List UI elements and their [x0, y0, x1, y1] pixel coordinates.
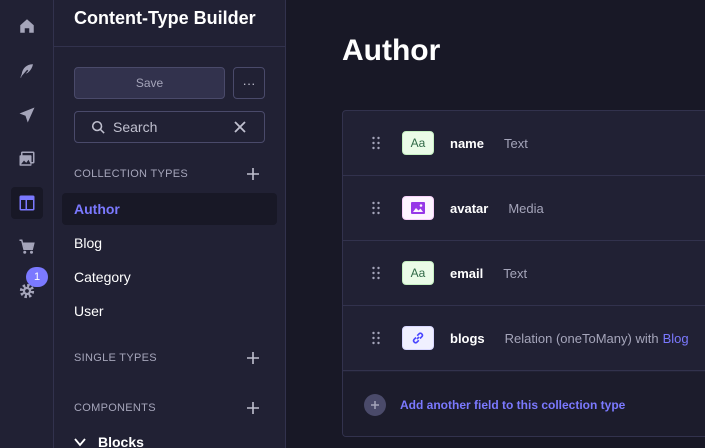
add-field-label: Add another field to this collection typ… [400, 398, 626, 412]
text-type-icon: Aa [402, 261, 434, 285]
search-input[interactable] [113, 119, 233, 135]
settings-notification-badge: 1 [26, 267, 48, 287]
subnav-divider [54, 46, 285, 47]
layout-icon[interactable] [11, 187, 43, 219]
subnav-title: Content-Type Builder [74, 8, 256, 28]
field-row[interactable]: Aa email Text [343, 241, 705, 306]
field-name: name [450, 135, 484, 151]
add-icon [364, 394, 386, 416]
more-actions-button[interactable]: ··· [233, 67, 265, 99]
main-nav-rail: 1 [0, 0, 54, 448]
drag-handle-icon[interactable] [371, 331, 381, 345]
media-type-icon [402, 196, 434, 220]
field-type: Text [503, 265, 528, 281]
search-icon [91, 120, 105, 134]
nav-item-author[interactable]: Author [62, 193, 277, 225]
drag-handle-icon[interactable] [371, 201, 381, 215]
add-single-type-icon[interactable] [246, 351, 260, 365]
page-title: Author [342, 34, 441, 67]
content-type-subnav: Content-Type Builder Save ··· COLLECTION… [54, 0, 286, 448]
components-header: COMPONENTS [74, 402, 156, 414]
add-field-button[interactable]: Add another field to this collection typ… [343, 372, 705, 436]
media-library-icon[interactable] [11, 143, 43, 175]
field-type: Text [503, 135, 528, 151]
close-icon[interactable] [234, 121, 246, 133]
single-types-header: SINGLE TYPES [74, 352, 157, 364]
field-type: Media [508, 200, 544, 216]
field-name: avatar [450, 200, 489, 216]
add-collection-type-icon[interactable] [246, 167, 260, 181]
field-name: blogs [450, 330, 485, 346]
add-component-icon[interactable] [246, 401, 260, 415]
home-icon[interactable] [11, 10, 43, 42]
field-row[interactable]: blogs Relation (oneToMany) with Blog [343, 306, 705, 371]
nav-item-blog[interactable]: Blog [62, 227, 277, 259]
nav-item-user[interactable]: User [62, 295, 277, 327]
search-box[interactable] [74, 111, 265, 143]
field-name: email [450, 265, 484, 281]
field-type: Relation (oneToMany) with [504, 330, 659, 346]
cart-icon[interactable] [11, 231, 43, 263]
drag-handle-icon[interactable] [371, 136, 381, 150]
blocks-category-toggle[interactable]: Blocks [74, 434, 144, 448]
save-button[interactable]: Save [74, 67, 225, 99]
relation-type-icon [402, 326, 434, 350]
feather-icon[interactable] [11, 55, 43, 87]
chevron-down-icon [74, 438, 86, 447]
collection-types-header: COLLECTION TYPES [74, 168, 189, 180]
blocks-label: Blocks [98, 434, 144, 448]
field-row[interactable]: avatar Media [343, 176, 705, 241]
fields-list: Aa name Text avatar Media Aa email Text [342, 110, 705, 437]
paper-plane-icon[interactable] [11, 99, 43, 131]
text-type-icon: Aa [402, 131, 434, 155]
nav-item-category[interactable]: Category [62, 261, 277, 293]
field-row[interactable]: Aa name Text [343, 111, 705, 176]
drag-handle-icon[interactable] [371, 266, 381, 280]
relation-target-link[interactable]: Blog [663, 331, 689, 346]
